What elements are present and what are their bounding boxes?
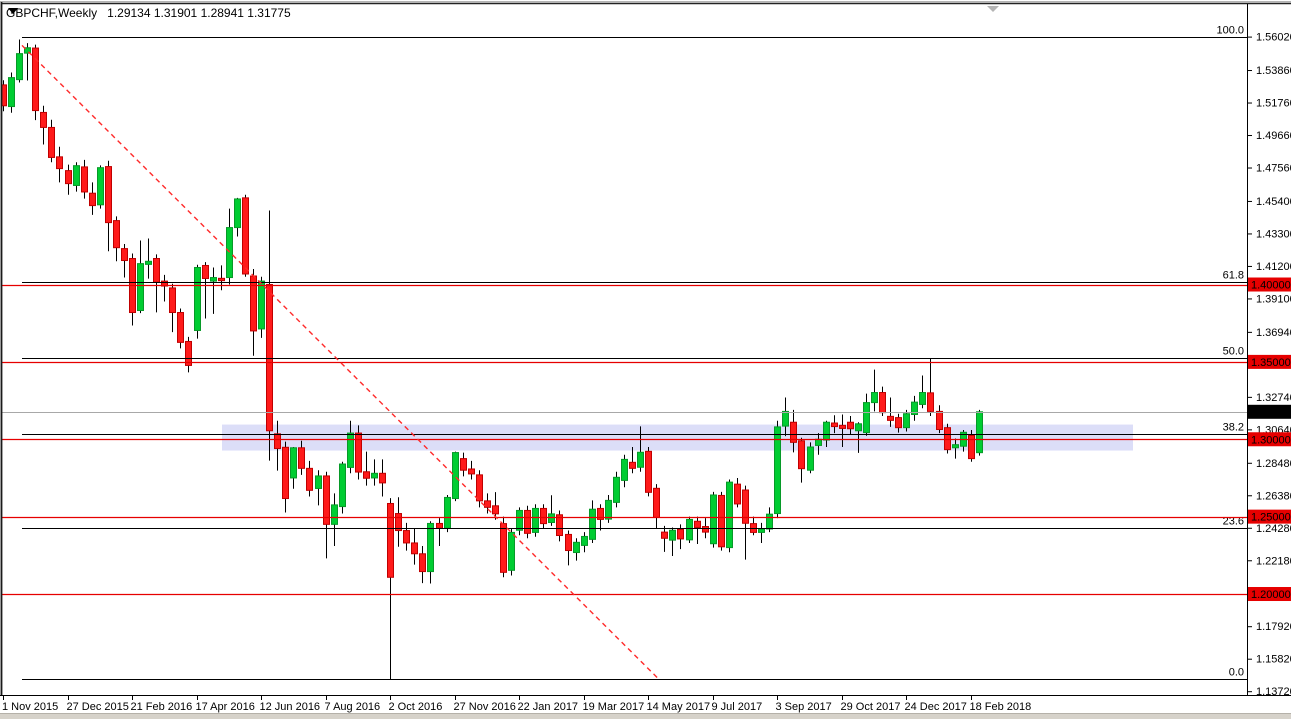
svg-text:1.28480: 1.28480 xyxy=(1256,458,1291,470)
candlestick-series xyxy=(1,40,983,680)
svg-text:1 Nov 2015: 1 Nov 2015 xyxy=(2,701,58,713)
svg-text:1.53860: 1.53860 xyxy=(1256,65,1291,77)
svg-text:22 Jan 2017: 22 Jan 2017 xyxy=(518,701,579,713)
svg-text:3 Sep 2017: 3 Sep 2017 xyxy=(776,701,832,713)
svg-text:17 Apr 2016: 17 Apr 2016 xyxy=(196,701,255,713)
svg-text:1.20000: 1.20000 xyxy=(1251,589,1291,601)
svg-text:38.2: 38.2 xyxy=(1223,422,1244,434)
svg-text:1.35000: 1.35000 xyxy=(1251,357,1291,369)
svg-text:1.24280: 1.24280 xyxy=(1256,523,1291,535)
svg-text:61.8: 61.8 xyxy=(1223,270,1244,282)
svg-text:19 Mar 2017: 19 Mar 2017 xyxy=(583,701,645,713)
svg-text:14 May 2017: 14 May 2017 xyxy=(647,701,711,713)
svg-text:12 Jun 2016: 12 Jun 2016 xyxy=(260,701,321,713)
svg-text:1.51760: 1.51760 xyxy=(1256,98,1291,110)
svg-text:24 Dec 2017: 24 Dec 2017 xyxy=(905,701,967,713)
horizontal-level-lines[interactable] xyxy=(0,286,1247,595)
svg-text:1.40000: 1.40000 xyxy=(1251,280,1291,292)
chart-canvas[interactable]: 100.061.850.038.223.60.0 1.560201.538601… xyxy=(0,0,1291,719)
svg-text:1.39100: 1.39100 xyxy=(1256,293,1291,305)
svg-text:9 Jul 2017: 9 Jul 2017 xyxy=(712,701,763,713)
symbol-label: GBPCHF,Weekly xyxy=(6,6,97,20)
svg-text:27 Dec 2015: 27 Dec 2015 xyxy=(67,701,129,713)
svg-text:1.41200: 1.41200 xyxy=(1256,261,1291,273)
svg-text:1.26380: 1.26380 xyxy=(1256,490,1291,502)
svg-text:100.0: 100.0 xyxy=(1216,25,1244,37)
svg-text:0.0: 0.0 xyxy=(1229,667,1244,679)
svg-text:21 Feb 2016: 21 Feb 2016 xyxy=(131,701,193,713)
svg-text:1.17920: 1.17920 xyxy=(1256,621,1291,633)
svg-text:1.32740: 1.32740 xyxy=(1256,392,1291,404)
scroll-to-end-icon[interactable] xyxy=(987,6,999,12)
svg-text:27 Nov 2016: 27 Nov 2016 xyxy=(454,701,516,713)
svg-text:50.0: 50.0 xyxy=(1223,346,1244,358)
chart-title: GBPCHF,Weekly 1.29134 1.31901 1.28941 1.… xyxy=(6,5,291,21)
svg-text:1.47560: 1.47560 xyxy=(1256,163,1291,175)
svg-text:7 Aug 2016: 7 Aug 2016 xyxy=(325,701,381,713)
svg-text:18 Feb 2018: 18 Feb 2018 xyxy=(970,701,1032,713)
ohlc-values: 1.29134 1.31901 1.28941 1.31775 xyxy=(107,6,291,20)
chart-window: 100.061.850.038.223.60.0 1.560201.538601… xyxy=(0,0,1291,719)
svg-text:1.30000: 1.30000 xyxy=(1251,434,1291,446)
svg-text:2 Oct 2016: 2 Oct 2016 xyxy=(389,701,443,713)
time-axis[interactable]: 1 Nov 2015 27 Dec 201521 Feb 201617 Apr 2… xyxy=(2,696,1031,713)
svg-text:1.43300: 1.43300 xyxy=(1256,228,1291,240)
svg-text:1.13720: 1.13720 xyxy=(1256,686,1291,698)
svg-text:1.15820: 1.15820 xyxy=(1256,654,1291,666)
svg-text:1.36940: 1.36940 xyxy=(1256,327,1291,339)
svg-text:1.56020: 1.56020 xyxy=(1256,32,1291,44)
fibonacci-retracement[interactable]: 100.061.850.038.223.60.0 xyxy=(22,25,1247,680)
svg-text:1.49660: 1.49660 xyxy=(1256,130,1291,142)
trendline-dashed[interactable] xyxy=(22,45,658,678)
svg-text:1.25000: 1.25000 xyxy=(1251,512,1291,524)
symbol-dropdown-icon[interactable] xyxy=(8,7,19,15)
svg-text:1.45400: 1.45400 xyxy=(1256,196,1291,208)
svg-text:1.31775: 1.31775 xyxy=(1251,407,1291,419)
svg-text:1.22180: 1.22180 xyxy=(1256,555,1291,567)
chart-frame xyxy=(0,0,1291,719)
svg-text:29 Oct 2017: 29 Oct 2017 xyxy=(841,701,901,713)
